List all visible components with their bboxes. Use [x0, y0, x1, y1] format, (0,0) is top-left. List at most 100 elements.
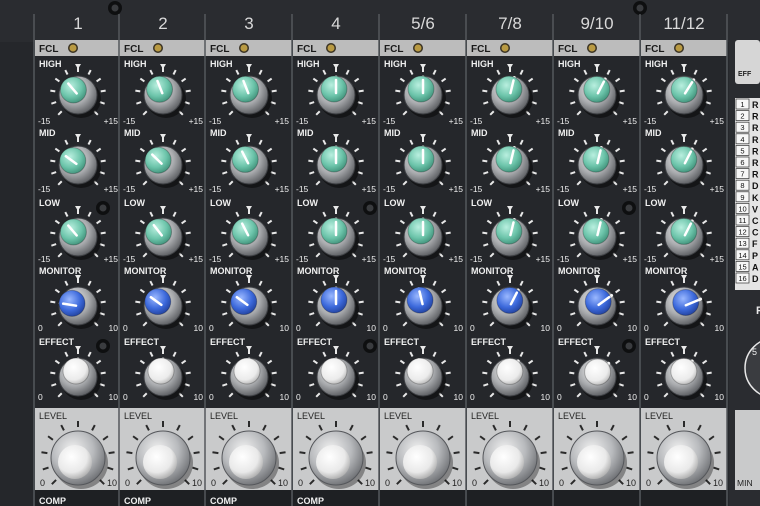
low-min-label: -15 [209, 254, 222, 264]
effect-knob-cap[interactable] [233, 357, 261, 385]
knob-tick [308, 159, 314, 163]
monitor-label: MONITOR [471, 266, 514, 276]
level-max-label: 10 [107, 478, 117, 488]
knob-tick [221, 89, 227, 93]
level-knob-cap[interactable] [403, 445, 437, 479]
low-max-label: +15 [104, 254, 119, 264]
program-name: A [752, 262, 759, 272]
mid-knob-cap[interactable] [582, 145, 610, 173]
knob-tick [308, 89, 314, 93]
knob-tick [221, 300, 227, 304]
effect-label: EFFECT [384, 337, 420, 347]
knob-tick [221, 159, 227, 163]
low-max-label: +15 [449, 254, 464, 264]
high-knob-cap[interactable] [320, 75, 348, 103]
level-knob-cap[interactable] [490, 445, 524, 479]
knob-tick [135, 231, 141, 235]
level-knob-cap[interactable] [58, 445, 92, 479]
high-min-label: -15 [123, 116, 136, 126]
knob-tick [532, 159, 538, 163]
fcl-label: FCL [558, 44, 577, 55]
knob-tick [185, 159, 191, 163]
effect-label: EFFECT [645, 337, 681, 347]
knob-tick [100, 89, 106, 93]
effect-knob-cap[interactable] [584, 358, 612, 386]
knob-tick [706, 159, 712, 163]
effect-knob-cap[interactable] [496, 357, 524, 385]
level-knob-cap[interactable] [229, 445, 263, 479]
high-knob-cap[interactable] [583, 75, 611, 103]
fcl-led [414, 44, 422, 52]
knob-tick [221, 371, 227, 375]
knob-tick [185, 371, 191, 375]
monitor-knob-cap[interactable] [320, 286, 348, 314]
fcl-label: FCL [210, 44, 229, 55]
knob-tick [482, 159, 488, 163]
program-name: K [752, 193, 759, 203]
knob-tick [395, 159, 401, 163]
mid-label: MID [124, 128, 141, 138]
mid-knob-cap[interactable] [407, 145, 435, 173]
comp-strip [467, 490, 553, 506]
low-knob-cap[interactable] [495, 217, 523, 245]
high-knob-cap[interactable] [407, 75, 435, 103]
screw [111, 4, 119, 12]
knob-tick [532, 89, 538, 93]
high-min-label: -15 [383, 116, 396, 126]
monitor-min-label: 0 [38, 323, 43, 333]
effect-label: EFFECT [297, 337, 333, 347]
low-knob-cap[interactable] [670, 217, 698, 245]
fcl-label: FCL [124, 44, 143, 55]
knob-tick [445, 89, 451, 93]
knob-tick [271, 371, 277, 375]
mid-min-label: -15 [557, 184, 570, 194]
high-max-label: +15 [189, 116, 204, 126]
knob-tick [482, 371, 488, 375]
channel-number: 4 [331, 14, 340, 33]
comp-label: COMP [210, 496, 237, 506]
level-label: LEVEL [471, 411, 499, 421]
screw [366, 342, 374, 350]
level-knob-cap[interactable] [664, 445, 698, 479]
low-knob-cap[interactable] [582, 217, 610, 245]
effect-knob-cap[interactable] [406, 357, 434, 385]
program-name: C [752, 216, 759, 226]
mid-knob-cap[interactable] [320, 145, 348, 173]
level-knob-cap[interactable] [577, 445, 611, 479]
monitor-knob-cap[interactable] [496, 286, 524, 314]
effect-knob-cap[interactable] [62, 357, 90, 385]
screw [625, 204, 633, 212]
effect-max-label: 10 [367, 392, 377, 402]
program-name: C [752, 228, 759, 238]
effect-label: EFFECT [471, 337, 507, 347]
low-max-label: +15 [362, 254, 377, 264]
fcl-label: FCL [645, 44, 664, 55]
mid-knob-cap[interactable] [670, 145, 698, 173]
low-min-label: -15 [557, 254, 570, 264]
high-knob-cap[interactable] [495, 75, 523, 103]
program-name: P [752, 251, 758, 261]
knob-tick [569, 371, 575, 375]
program-name: R [752, 146, 759, 156]
effect-knob-cap[interactable] [670, 357, 698, 385]
low-knob-cap[interactable] [407, 217, 435, 245]
monitor-max-label: 10 [715, 323, 725, 333]
level-knob-cap[interactable] [316, 445, 350, 479]
screw [99, 342, 107, 350]
level-knob-cap[interactable] [143, 445, 177, 479]
mixer-panel: 1 FCL HIGH -15 +15 MID -15 +15 LOW -15 +15 MONITOR 0… [0, 0, 760, 506]
monitor-max-label: 10 [194, 323, 204, 333]
knob-tick [395, 371, 401, 375]
effect-knob-cap[interactable] [320, 357, 348, 385]
mid-max-label: +15 [536, 184, 551, 194]
high-knob-cap[interactable] [670, 76, 698, 104]
high-label: HIGH [39, 59, 62, 69]
knob-tick [706, 300, 712, 304]
monitor-knob-cap[interactable] [584, 288, 612, 316]
low-knob-cap[interactable] [320, 217, 348, 245]
knob-tick [100, 300, 106, 304]
mid-knob-cap[interactable] [495, 145, 523, 173]
high-max-label: +15 [710, 116, 725, 126]
low-label: LOW [471, 198, 492, 208]
effect-knob-cap[interactable] [147, 357, 175, 385]
